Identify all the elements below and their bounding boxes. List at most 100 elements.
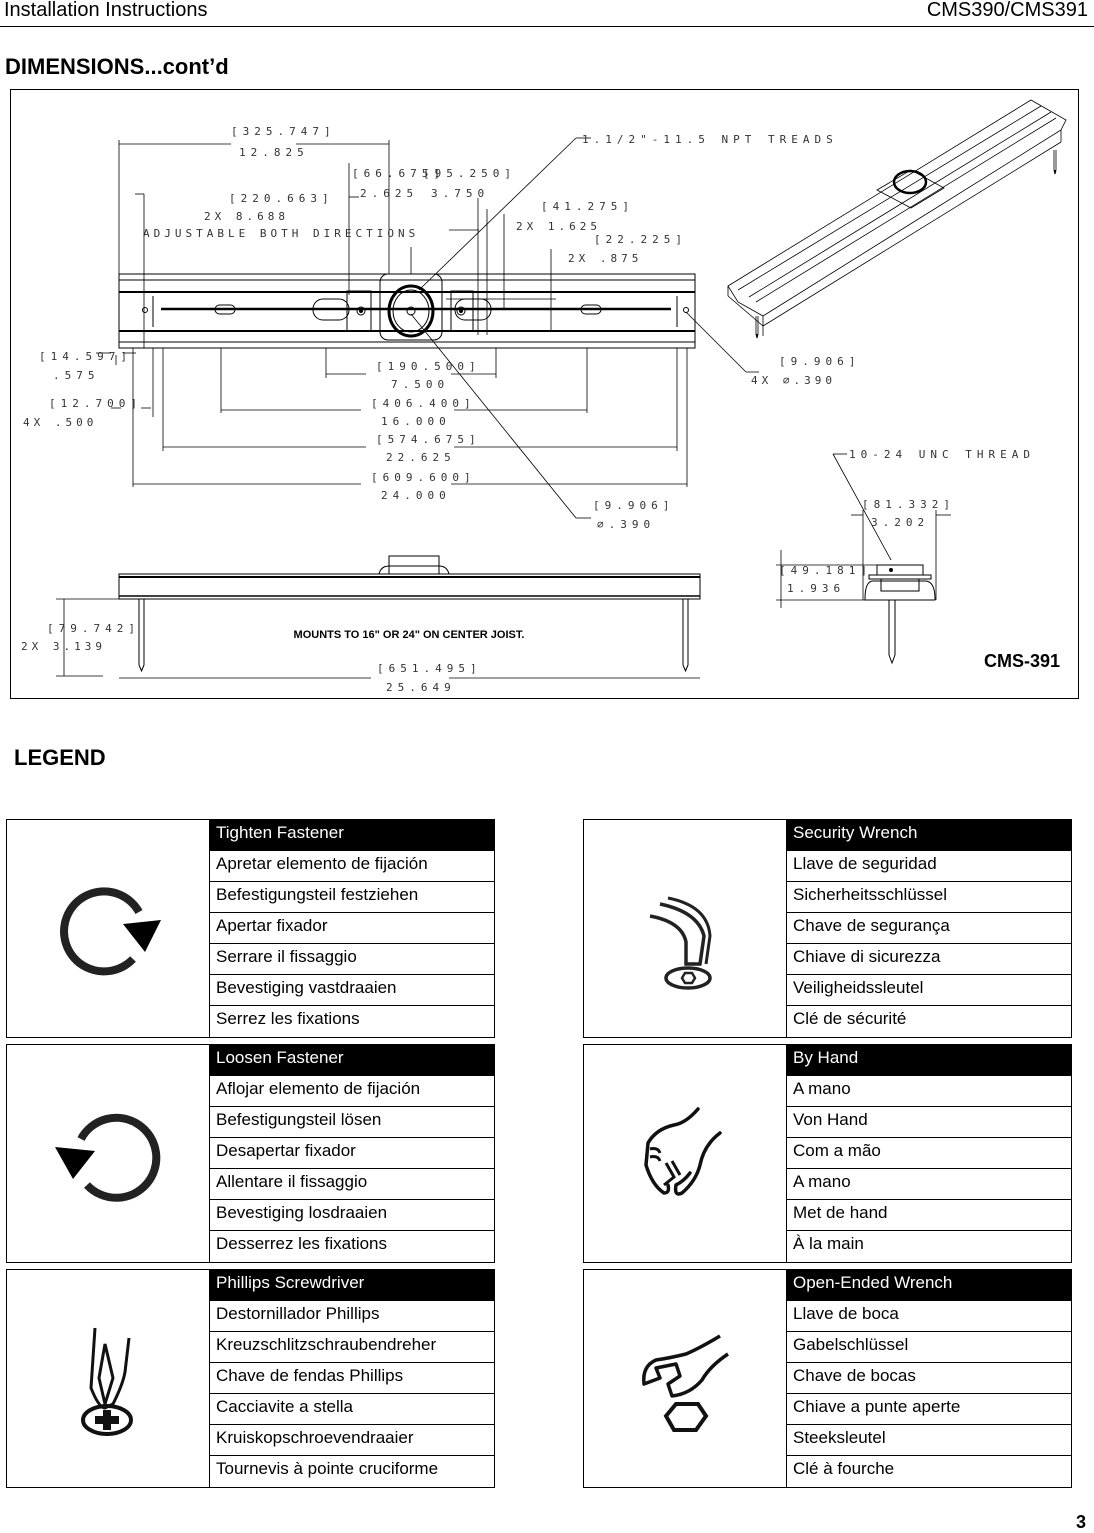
- dim-side-width-in: 3.202: [871, 516, 929, 529]
- legend-translation: Steeksleutel: [787, 1425, 1071, 1456]
- front-view: [56, 555, 701, 679]
- legend-translation: Bevestiging vastdraaien: [210, 975, 494, 1006]
- page-number: 3: [1075, 1512, 1086, 1532]
- legend-translation: Chave de segurança: [787, 913, 1071, 944]
- dim-overall-top-in: 12.825: [239, 146, 309, 159]
- dim-adjust-mm: [220.663]: [229, 192, 334, 205]
- by-hand-icon: [584, 1045, 787, 1262]
- legend-translation: Llave de seguridad: [787, 851, 1071, 882]
- dim-overall-top-mm: [325.747]: [231, 125, 336, 138]
- dim-190-mm: [190.500]: [376, 360, 481, 373]
- legend-item-open-ended-wrench: Open-Ended Wrench Llave de boca Gabelsch…: [583, 1269, 1072, 1488]
- dim-plate-right-mm: [95.250]: [423, 167, 516, 180]
- dim-190-in: 7.500: [391, 378, 449, 391]
- dim-leg-length-in: 2X 3.139: [21, 640, 106, 653]
- dim-hole-4x-in: 4X ∅.390: [751, 374, 836, 387]
- legend-translation: Gabelschlüssel: [787, 1332, 1071, 1363]
- dim-end-offset-mm: [14.597]: [39, 350, 132, 363]
- legend-translation: Allentare il fissaggio: [210, 1169, 494, 1200]
- dim-side-height-in: 1.936: [787, 582, 845, 595]
- phillips-screwdriver-icon: [7, 1270, 210, 1487]
- legend-item-security-wrench: Security Wrench Llave de seguridad Siche…: [583, 819, 1072, 1038]
- legend-translation: Apertar fixador: [210, 913, 494, 944]
- callout-unc-thread: 10-24 UNC THREAD: [849, 448, 1035, 461]
- dim-slot-height-in: 2X .875: [568, 252, 642, 265]
- legend-translation: Serrez les fixations: [216, 1009, 360, 1028]
- dim-plate-right-in: 3.750: [431, 187, 489, 200]
- section-title: DIMENSIONS...cont’d: [5, 54, 229, 79]
- dim-406-in: 16.000: [381, 415, 451, 428]
- legend-translation: Befestigungsteil lösen: [210, 1107, 494, 1138]
- mount-note: MOUNTS TO 16" OR 24" ON CENTER JOIST.: [294, 629, 525, 641]
- legend-translation: A mano: [787, 1169, 1071, 1200]
- dim-overall-bottom-in: 25.649: [386, 681, 456, 694]
- header-title: Installation Instructions: [4, 0, 208, 21]
- dim-plate-left-in: 2.625: [360, 187, 418, 200]
- legend-heading: Phillips Screwdriver: [210, 1270, 494, 1301]
- legend-heading: Tighten Fastener: [210, 820, 494, 851]
- legend-translation: Sicherheitsschlüssel: [787, 882, 1071, 913]
- legend-translation: Serrare il fissaggio: [210, 944, 494, 975]
- legend-heading: Loosen Fastener: [210, 1045, 494, 1076]
- open-ended-wrench-icon: [584, 1270, 787, 1487]
- dim-609-mm: [609.600]: [371, 471, 476, 484]
- legend-translation: Met de hand: [787, 1200, 1071, 1231]
- dimension-labels: [325.747] 12.825 [220.663] 2X 8.688 ADJU…: [21, 125, 1035, 694]
- callout-adjustable: ADJUSTABLE BOTH DIRECTIONS: [143, 227, 419, 240]
- callout-npt-thread: 1.1/2"-11.5 NPT TREADS: [582, 133, 838, 146]
- legend-translation: Chiave a punte aperte: [787, 1394, 1071, 1425]
- dim-406-mm: [406.400]: [371, 397, 476, 410]
- dim-end-offset-in: .575: [53, 369, 100, 382]
- technical-drawing: [325.747] 12.825 [220.663] 2X 8.688 ADJU…: [21, 99, 1067, 694]
- legend-translation: Kruiskopschroevendraaier: [210, 1425, 494, 1456]
- legend-translation: Chave de fendas Phillips: [210, 1363, 494, 1394]
- legend-item-phillips-screwdriver: Phillips Screwdriver Destornillador Phil…: [6, 1269, 495, 1488]
- header-divider: [0, 26, 1094, 27]
- dim-leg-length-mm: [79.742]: [47, 622, 140, 635]
- legend-translation: Aflojar elemento de fijación: [210, 1076, 494, 1107]
- dim-hole-center-mm: [9.906]: [593, 499, 674, 512]
- legend-translation: Tournevis à pointe cruciforme: [216, 1459, 439, 1478]
- dim-574-mm: [574.675]: [376, 433, 481, 446]
- dim-hole-4x-mm: [9.906]: [779, 355, 860, 368]
- legend-translation: Com a mão: [787, 1138, 1071, 1169]
- legend-item-loosen-fastener: Loosen Fastener Aflojar elemento de fija…: [6, 1044, 495, 1263]
- legend-translation: Bevestiging losdraaien: [210, 1200, 494, 1231]
- legend-translation: Destornillador Phillips: [210, 1301, 494, 1332]
- legend-translation: Desapertar fixador: [210, 1138, 494, 1169]
- legend-translation: Chiave di sicurezza: [787, 944, 1071, 975]
- dim-adjust-in: 2X 8.688: [204, 210, 289, 223]
- legend-translation: Kreuzschlitzschraubendreher: [210, 1332, 494, 1363]
- legend-translation: Von Hand: [787, 1107, 1071, 1138]
- legend-translation: Clé à fourche: [793, 1459, 895, 1478]
- dim-overall-bottom-mm: [651.495]: [377, 662, 482, 675]
- dim-hole-offset-in: 4X .500: [23, 416, 97, 429]
- dim-slot-width-mm: [41.275]: [541, 200, 634, 213]
- dimension-drawing: [325.747] 12.825 [220.663] 2X 8.688 ADJU…: [10, 89, 1079, 699]
- tighten-fastener-icon: [7, 820, 210, 1037]
- legend-heading: By Hand: [787, 1045, 1071, 1076]
- legend-translation: Apretar elemento de fijación: [210, 851, 494, 882]
- dim-hole-center-in: ∅.390: [597, 518, 655, 531]
- legend-translation: Clé de sécurité: [793, 1009, 907, 1028]
- legend-translation: Chave de bocas: [787, 1363, 1071, 1394]
- legend-translation: A mano: [787, 1076, 1071, 1107]
- dim-slot-height-mm: [22.225]: [594, 233, 687, 246]
- legend-title: LEGEND: [14, 745, 106, 770]
- dim-side-width-mm: [81.332]: [862, 498, 955, 511]
- dim-side-height-mm: [49.181]: [779, 564, 872, 577]
- dim-609-in: 24.000: [381, 489, 451, 502]
- legend-item-tighten-fastener: Tighten Fastener Apretar elemento de fij…: [6, 819, 495, 1038]
- legend-translation: Llave de boca: [787, 1301, 1071, 1332]
- model-label: CMS-391: [983, 651, 1060, 671]
- legend-item-by-hand: By Hand A mano Von Hand Com a mão A mano…: [583, 1044, 1072, 1263]
- legend-heading: Open-Ended Wrench: [787, 1270, 1071, 1301]
- dim-hole-offset-mm: [12.700]: [49, 397, 142, 410]
- dim-574-in: 22.625: [386, 451, 456, 464]
- legend-translation: Cacciavite a stella: [210, 1394, 494, 1425]
- leader-lines: [410, 137, 892, 561]
- legend-translation: Veiligheidssleutel: [787, 975, 1071, 1006]
- legend-translation: Desserrez les fixations: [216, 1234, 388, 1253]
- loosen-fastener-icon: [7, 1045, 210, 1262]
- legend-translation: Befestigungsteil festziehen: [210, 882, 494, 913]
